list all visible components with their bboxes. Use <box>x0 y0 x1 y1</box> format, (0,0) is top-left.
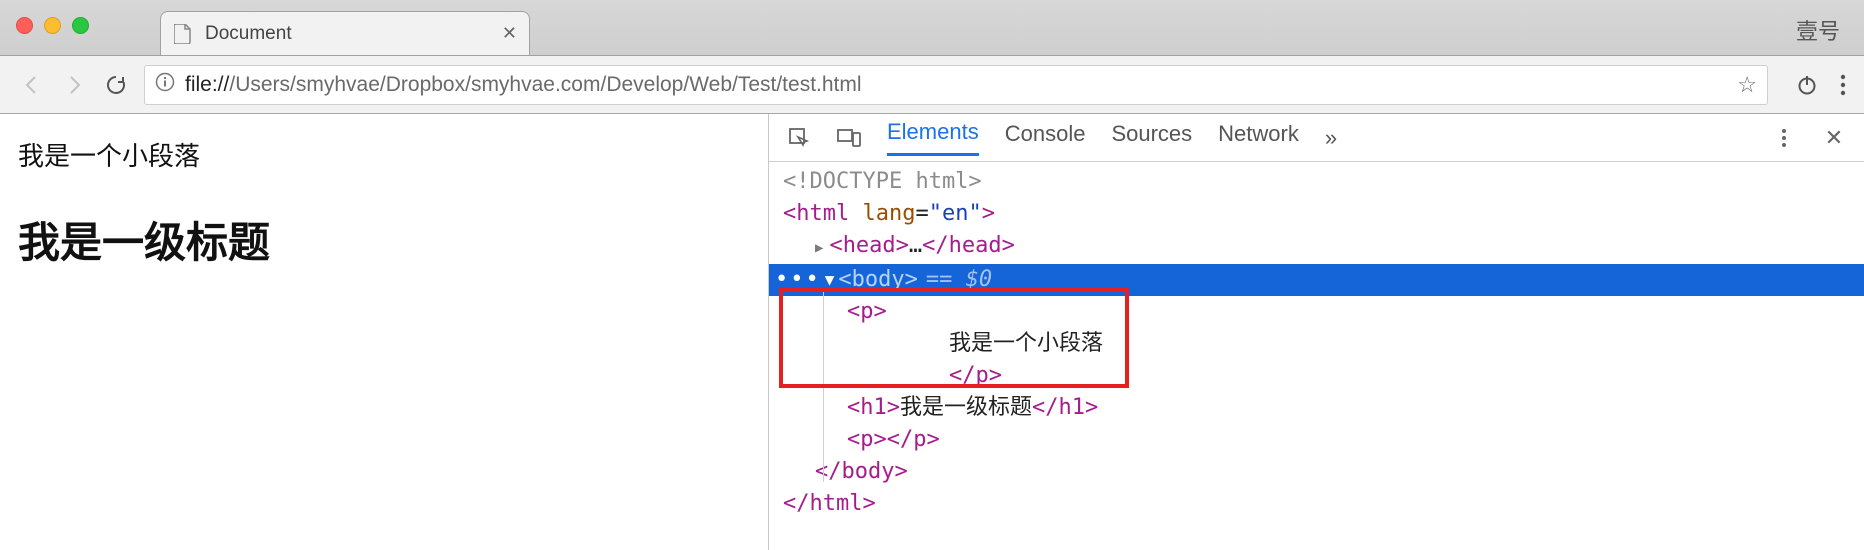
dom-attr-val: en <box>942 201 969 226</box>
dom-ellipsis: … <box>909 233 922 258</box>
window-controls <box>16 17 89 34</box>
dom-tagname-body: body <box>852 267 905 292</box>
dom-body-close[interactable]: </body> <box>769 456 1864 488</box>
page-heading: 我是一级标题 <box>18 209 750 270</box>
window-close-button[interactable] <box>16 17 33 34</box>
selection-dots-icon: ••• <box>769 264 821 296</box>
devtools-tabs: Elements Console Sources Network » ✕ <box>769 114 1864 162</box>
dom-head[interactable]: ▶<head>…</head> <box>769 230 1864 264</box>
browser-tab[interactable]: Document ✕ <box>160 11 530 55</box>
back-button[interactable] <box>18 71 46 99</box>
dom-empty-p[interactable]: <p></p> <box>769 424 1864 456</box>
forward-button[interactable] <box>60 71 88 99</box>
tab-title: Document <box>205 23 292 45</box>
dom-tree[interactable]: <!DOCTYPE html> <html lang="en"> ▶<head>… <box>769 162 1864 520</box>
devtools-close-icon[interactable]: ✕ <box>1822 126 1846 150</box>
power-icon[interactable] <box>1796 74 1818 96</box>
tab-sources[interactable]: Sources <box>1111 121 1192 155</box>
dom-doctype[interactable]: <!DOCTYPE html> <box>769 166 1864 198</box>
dom-p-close[interactable]: </p> <box>769 360 1864 392</box>
tabs-overflow-icon[interactable]: » <box>1325 125 1337 151</box>
dom-tagname-head-close: head <box>949 233 1002 258</box>
dom-tagname-html: html <box>796 201 849 226</box>
dom-tagname-html-close: html <box>810 491 863 516</box>
dom-html-close[interactable]: </html> <box>769 488 1864 520</box>
url-text: file:///Users/smyhvae/Dropbox/smyhvae.co… <box>185 73 1727 97</box>
tab-elements[interactable]: Elements <box>887 119 979 156</box>
dom-body-selected[interactable]: ••• ▼ <body> == $0 <box>769 264 1864 296</box>
dom-tagname-head: head <box>843 233 896 258</box>
inspect-icon[interactable] <box>787 126 811 150</box>
dom-h1-text: 我是一级标题 <box>900 395 1032 420</box>
dom-html-open[interactable]: <html lang="en"> <box>769 198 1864 230</box>
dom-tagname-body-close: body <box>842 459 895 484</box>
window-minimize-button[interactable] <box>44 17 61 34</box>
dom-selected-suffix: == $0 <box>918 264 992 296</box>
dom-h1[interactable]: <h1>我是一级标题</h1> <box>769 392 1864 424</box>
url-path: /Users/smyhvae/Dropbox/smyhvae.com/Devel… <box>229 73 861 96</box>
bookmark-star-icon[interactable]: ☆ <box>1737 72 1757 98</box>
file-icon <box>173 24 193 44</box>
dom-tagname-h1: h1 <box>860 395 887 420</box>
tab-console[interactable]: Console <box>1005 121 1086 155</box>
tab-close-button[interactable]: ✕ <box>502 23 517 44</box>
dom-tagname-h1-close: h1 <box>1059 395 1086 420</box>
dom-tagname-p2: p <box>860 427 873 452</box>
page-paragraph: 我是一个小段落 <box>18 136 750 173</box>
site-info-icon[interactable] <box>155 72 175 97</box>
expand-triangle-icon[interactable]: ▶ <box>815 232 829 264</box>
dom-tagname-p-close: p <box>976 363 989 388</box>
reload-button[interactable] <box>102 71 130 99</box>
browser-titlebar: Document ✕ 壹号 <box>0 0 1864 56</box>
dom-p-open[interactable]: <p> <box>769 296 1864 328</box>
dom-tagname-p: p <box>860 299 873 324</box>
device-toggle-icon[interactable] <box>837 126 861 150</box>
url-scheme: file:// <box>185 73 229 96</box>
dom-guide-line <box>823 290 824 482</box>
content-split: 我是一个小段落 我是一级标题 Elements Console Sources … <box>0 114 1864 550</box>
toolbar-right-icons <box>1796 74 1846 96</box>
address-bar[interactable]: file:///Users/smyhvae/Dropbox/smyhvae.co… <box>144 65 1768 105</box>
browser-toolbar: file:///Users/smyhvae/Dropbox/smyhvae.co… <box>0 56 1864 114</box>
menu-icon[interactable] <box>1840 74 1846 96</box>
tab-network[interactable]: Network <box>1218 121 1299 155</box>
devtools-menu-icon[interactable] <box>1772 126 1796 150</box>
devtools-panel: Elements Console Sources Network » ✕ <!D… <box>768 114 1864 550</box>
dom-tagname-p2-close: p <box>913 427 926 452</box>
dom-p-text[interactable]: 我是一个小段落 <box>769 328 1864 360</box>
window-maximize-button[interactable] <box>72 17 89 34</box>
profile-label[interactable]: 壹号 <box>1796 14 1840 46</box>
dom-attr-name: lang <box>862 201 915 226</box>
page-viewport: 我是一个小段落 我是一级标题 <box>0 114 768 550</box>
